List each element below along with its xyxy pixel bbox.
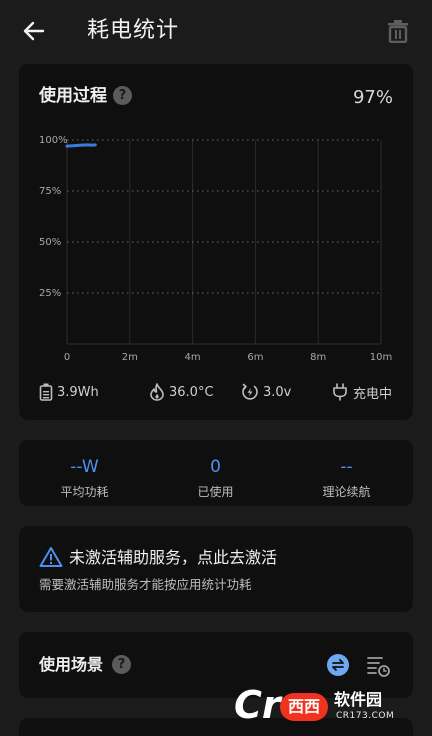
estimated-runtime-label: 理论续航 [322, 485, 371, 499]
y-tick-label: 75% [39, 186, 61, 197]
x-tick-label: 4m [185, 352, 201, 363]
average-power-value: --W [70, 457, 99, 477]
y-tick-label: 25% [39, 288, 61, 299]
used-item: 0 已使用 [150, 440, 281, 506]
page-title: 耗电统计 [87, 18, 180, 43]
question-icon[interactable]: ? [113, 86, 132, 105]
watermark-name: 软件园 [334, 690, 383, 709]
accessibility-notice-description: 需要激活辅助服务才能按应用统计功耗 [39, 577, 252, 592]
average-power-item: --W 平均功耗 [19, 440, 150, 506]
power-summary-card: --W 平均功耗 0 已使用 -- 理论续航 [19, 440, 413, 506]
x-tick-label: 10m [370, 352, 392, 363]
question-icon[interactable]: ? [112, 655, 131, 674]
voltage-icon [242, 383, 258, 400]
estimated-runtime-item: -- 理论续航 [281, 440, 412, 506]
battery-stats-row: 3.9Wh 36.0°C 3.0v 充电中 [19, 380, 413, 404]
watermark-logo: Cr [234, 683, 281, 727]
voltage-value: 3.0v [263, 384, 292, 400]
estimated-runtime-value: -- [340, 457, 353, 477]
y-tick-label: 50% [39, 237, 61, 248]
accessibility-notice-title: 未激活辅助服务，点此去激活 [69, 548, 278, 567]
usage-card: 使用过程 ? 97% 0 2m 4m 6m 8m 10m 100% 75% 50% 25% 3.9… [19, 64, 413, 420]
delete-button[interactable] [384, 16, 412, 46]
temperature-stat: 36.0°C [149, 380, 214, 404]
warning-icon [39, 547, 63, 567]
temperature-value: 36.0°C [169, 384, 214, 400]
site-watermark: Cr 西西 软件园 CR173.COM [232, 683, 412, 727]
watermark-url: CR173.COM [336, 711, 395, 721]
watermark-badge: 西西 [280, 693, 328, 721]
battery-chart: 0 2m 4m 6m 8m 10m 100% 75% 50% 25% [39, 135, 392, 363]
usage-title: 使用过程 [39, 86, 107, 106]
x-tick-label: 8m [310, 352, 326, 363]
battery-level-line [65, 143, 97, 148]
charge-state-value: 充电中 [353, 386, 393, 402]
used-label: 已使用 [197, 485, 234, 499]
battery-percent: 97% [352, 87, 393, 108]
average-power-label: 平均功耗 [60, 485, 109, 499]
swap-icon [332, 659, 344, 671]
capacity-value: 3.9Wh [57, 384, 99, 400]
accessibility-notice-card[interactable]: 未激活辅助服务，点此去激活 需要激活辅助服务才能按应用统计功耗 [19, 526, 413, 612]
plug-icon [333, 383, 347, 401]
arrow-left-icon [23, 21, 45, 41]
charge-state-stat: 充电中 [331, 380, 392, 404]
battery-icon [39, 383, 53, 401]
used-value: 0 [210, 457, 221, 477]
capacity-stat: 3.9Wh [39, 380, 99, 404]
x-tick-label: 0 [64, 352, 70, 363]
usage-scenes-title: 使用场景 [39, 655, 104, 674]
sort-list-button[interactable] [367, 654, 391, 678]
y-tick-label: 100% [39, 135, 68, 146]
sort-list-icon [367, 657, 390, 677]
x-tick-label: 2m [122, 352, 138, 363]
back-button[interactable] [18, 15, 50, 47]
flame-icon [150, 383, 164, 401]
voltage-stat: 3.0v [241, 380, 291, 404]
trash-icon [388, 20, 408, 43]
top-app-bar: 耗电统计 [0, 0, 432, 62]
x-tick-label: 6m [247, 352, 263, 363]
swap-button[interactable] [327, 654, 349, 676]
